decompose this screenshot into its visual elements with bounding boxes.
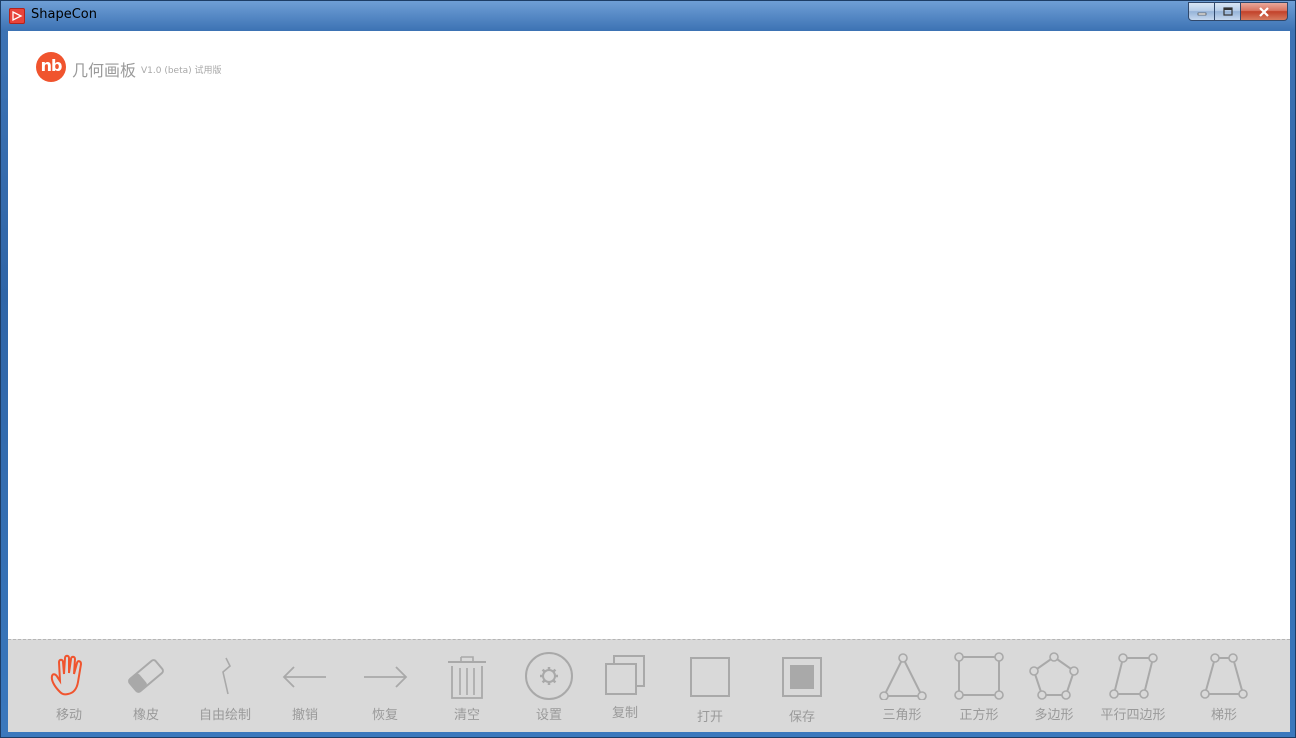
tool-freehand-button[interactable]: 自由绘制 [190, 652, 260, 724]
hand-icon [50, 654, 83, 696]
triangle-icon [879, 653, 927, 700]
tool-trapezoid-button[interactable]: 梯形 [1189, 652, 1259, 724]
app-version: V1.0 (beta) 试用版 [141, 66, 222, 76]
arrow-left-icon [282, 666, 326, 688]
tool-label: 清空 [453, 708, 480, 723]
tool-parallelogram-button[interactable]: 平行四边形 [1088, 652, 1178, 724]
tool-copy-button[interactable]: 复制 [590, 652, 660, 724]
pentagon-icon [1029, 652, 1079, 700]
maximize-icon [1222, 6, 1233, 16]
tool-label: 三角形 [882, 708, 922, 723]
trapezoid-icon [1200, 653, 1248, 699]
arrow-right-icon [364, 666, 408, 688]
app-name: 几何画板 [72, 61, 137, 80]
tool-label: 撤销 [291, 708, 318, 723]
tool-eraser-button[interactable]: 橡皮 [111, 652, 181, 724]
app-icon [9, 8, 25, 24]
tool-label: 设置 [535, 708, 562, 723]
app-window: ShapeCon nb 几何画板 V1.0 (beta) 试用版 移动 橡皮 自… [0, 0, 1296, 738]
trash-icon [448, 656, 486, 699]
app-logo: nb [36, 52, 66, 82]
parallelogram-icon [1109, 653, 1158, 699]
close-icon [1259, 6, 1269, 17]
square-shape-icon [954, 652, 1004, 700]
tool-label: 橡皮 [132, 708, 159, 723]
tool-save-button[interactable]: 保存 [767, 652, 837, 725]
tool-label: 梯形 [1210, 708, 1237, 723]
gear-icon [525, 652, 573, 700]
tool-label: 平行四边形 [1100, 708, 1166, 723]
tool-label: 保存 [788, 710, 815, 725]
minimize-icon [1197, 12, 1206, 15]
window-title: ShapeCon [31, 7, 97, 22]
tool-label: 打开 [696, 710, 723, 725]
tool-triangle-button[interactable]: 三角形 [867, 652, 937, 724]
maximize-button[interactable] [1215, 2, 1241, 21]
tool-redo-button[interactable]: 恢复 [350, 652, 420, 724]
tool-square-button[interactable]: 正方形 [944, 652, 1014, 724]
tool-label: 恢复 [371, 708, 398, 723]
tool-settings-button[interactable]: 设置 [514, 652, 584, 724]
tool-label: 自由绘制 [198, 708, 251, 723]
window-controls [1188, 2, 1288, 21]
copy-icon [605, 655, 645, 695]
tool-polygon-button[interactable]: 多边形 [1019, 652, 1089, 724]
tool-label: 复制 [611, 706, 638, 721]
eraser-icon [128, 659, 164, 693]
tool-undo-button[interactable]: 撤销 [270, 652, 340, 724]
bottom-toolbar: 移动 橡皮 自由绘制 撤销 恢复 清空 设置 复制 打开 保存 三角形 正方形 … [8, 639, 1290, 732]
logo-text: nb [40, 56, 63, 75]
minimize-button[interactable] [1188, 2, 1215, 21]
tool-move-button[interactable]: 移动 [34, 652, 104, 724]
title-bar[interactable]: ShapeCon [1, 1, 1295, 31]
tool-open-button[interactable]: 打开 [675, 652, 745, 725]
open-square-icon [690, 657, 730, 697]
tool-label: 多边形 [1034, 708, 1074, 723]
canvas-area[interactable]: nb 几何画板 V1.0 (beta) 试用版 移动 橡皮 自由绘制 撤销 恢复… [8, 31, 1290, 732]
tool-clear-button[interactable]: 清空 [432, 652, 502, 724]
pen-stroke-icon [222, 657, 231, 695]
save-square-icon [782, 657, 822, 697]
close-button[interactable] [1241, 2, 1288, 21]
tool-label: 正方形 [959, 708, 999, 723]
tool-label: 移动 [55, 708, 82, 723]
